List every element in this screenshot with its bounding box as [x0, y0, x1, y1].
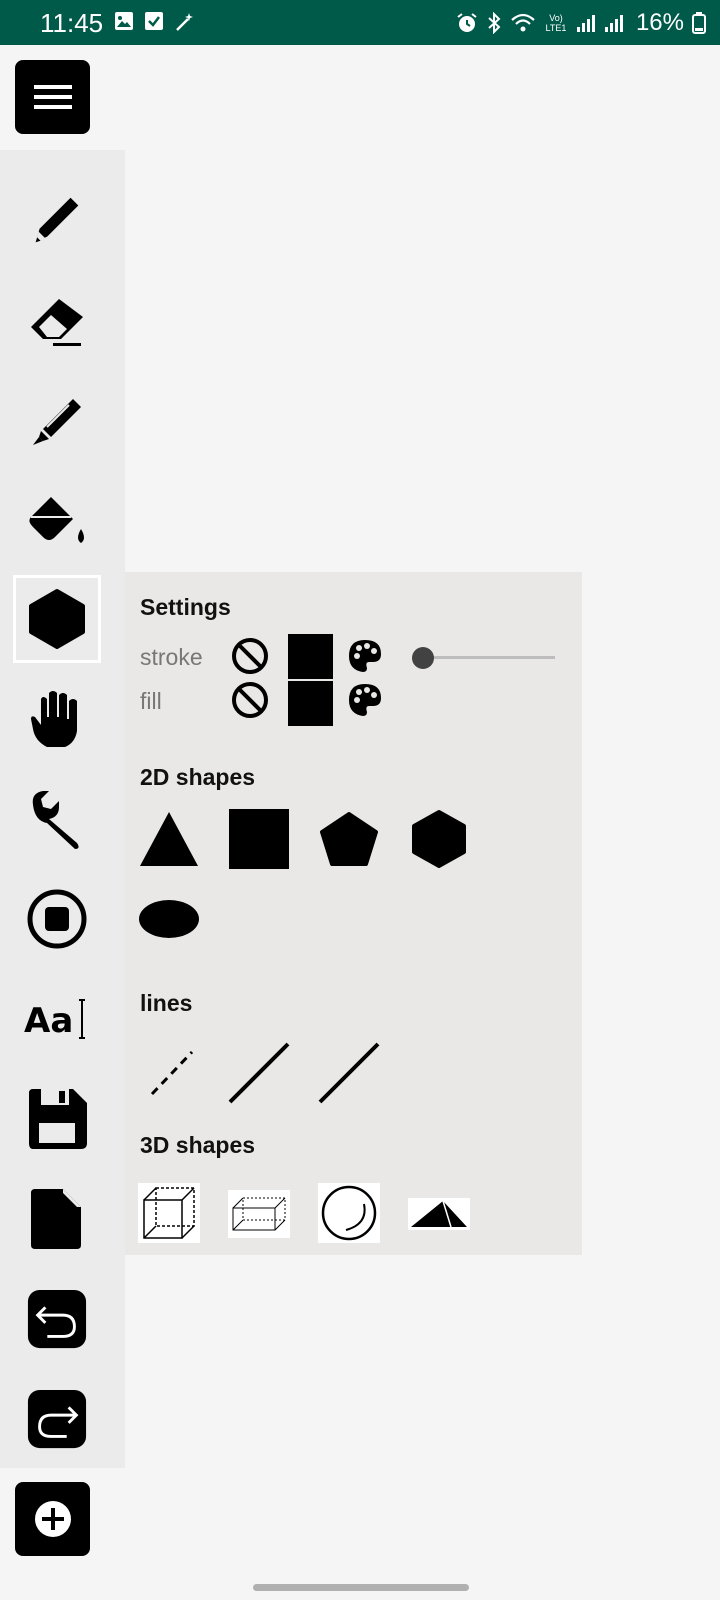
alarm-icon — [457, 13, 477, 32]
hexagon-shape[interactable] — [408, 808, 470, 870]
undo-tool[interactable] — [13, 1275, 101, 1363]
new-page-icon — [31, 1189, 81, 1249]
gesture-nav-bar[interactable] — [253, 1584, 469, 1591]
2d-shapes-title: 2D shapes — [140, 764, 256, 790]
status-time: 11:45 — [40, 8, 104, 38]
stroke-width-thumb[interactable] — [412, 647, 434, 669]
cube-icon — [143, 1187, 195, 1239]
undo-icon — [27, 1289, 87, 1349]
tool-sidebar: Aa — [0, 150, 125, 1468]
magic-wand-icon — [176, 13, 193, 31]
shapes-panel: Settings stroke fill 2D shapes lines 3D … — [125, 572, 582, 1255]
ellipse-shape[interactable] — [138, 888, 200, 950]
stroke-width-track[interactable] — [425, 656, 555, 659]
cuboid-shape[interactable] — [228, 1190, 290, 1238]
dashed-line-icon — [150, 1050, 194, 1096]
save-icon — [29, 1089, 87, 1149]
line-icon — [228, 1042, 290, 1104]
fill-palette-button[interactable] — [345, 680, 385, 720]
palette-icon — [349, 640, 381, 672]
pyramid-shape[interactable] — [408, 1198, 470, 1230]
line-icon — [318, 1042, 380, 1104]
marker-icon — [33, 399, 81, 445]
stroke-color-swatch[interactable] — [288, 634, 333, 679]
hand-icon — [31, 691, 77, 747]
palette-icon — [349, 684, 381, 716]
pencil-tool[interactable] — [13, 175, 101, 263]
pentagon-shape[interactable] — [318, 808, 380, 870]
signal-icon-2 — [604, 15, 623, 32]
battery-percent: 16% — [635, 9, 684, 36]
redo-tool[interactable] — [13, 1375, 101, 1463]
shapes-tool[interactable] — [13, 575, 101, 663]
eraser-icon — [31, 299, 83, 346]
no-color-icon — [232, 682, 268, 718]
wrench-icon — [32, 791, 79, 849]
line-shape[interactable] — [228, 1042, 290, 1104]
fill-color-swatch[interactable] — [288, 681, 333, 726]
hand-tool[interactable] — [13, 675, 101, 763]
cuboid-icon — [232, 1197, 286, 1231]
fill-label: fill — [140, 688, 162, 714]
3d-shapes-title: 3D shapes — [140, 1132, 256, 1158]
checkbox-icon — [145, 12, 163, 30]
pencil-icon — [35, 193, 83, 243]
notification-icons — [114, 11, 196, 33]
status-right: Vo) LTE1 16% — [456, 9, 706, 37]
shapes-icon — [29, 589, 85, 649]
fill-bucket-icon — [29, 497, 84, 543]
dashed-line-shape[interactable] — [138, 1042, 200, 1104]
hamburger-icon — [33, 85, 72, 109]
status-bar: 11:45 Vo) LTE1 16% — [0, 0, 720, 45]
battery-icon — [692, 12, 706, 34]
new-page-tool[interactable] — [13, 1175, 101, 1263]
pyramid-icon — [411, 1200, 467, 1228]
gallery-icon — [115, 12, 133, 30]
text-icon: Aa — [24, 999, 85, 1041]
add-button[interactable] — [15, 1482, 90, 1556]
record-icon — [27, 889, 87, 949]
settings-title: Settings — [140, 594, 231, 620]
wrench-tool[interactable] — [13, 775, 101, 863]
menu-button[interactable] — [15, 60, 90, 134]
line-shape-2[interactable] — [318, 1042, 380, 1104]
sphere-icon — [321, 1185, 377, 1241]
ellipse-icon — [139, 900, 199, 938]
cube-shape[interactable] — [138, 1183, 200, 1243]
record-tool[interactable] — [13, 875, 101, 963]
fill-bucket-tool[interactable] — [13, 475, 101, 563]
triangle-shape[interactable] — [138, 808, 200, 870]
sphere-shape[interactable] — [318, 1183, 380, 1243]
lte-label: Vo) LTE1 — [545, 13, 567, 33]
hexagon-icon — [412, 810, 466, 868]
wifi-icon — [511, 13, 535, 32]
eraser-tool[interactable] — [13, 275, 101, 363]
triangle-icon — [140, 812, 198, 866]
save-tool[interactable] — [13, 1075, 101, 1163]
bluetooth-icon — [488, 12, 501, 34]
redo-icon — [27, 1389, 87, 1449]
stroke-none-button[interactable] — [230, 636, 270, 676]
no-color-icon — [232, 638, 268, 674]
lines-title: lines — [140, 990, 193, 1016]
signal-icon — [576, 15, 595, 32]
text-tool[interactable]: Aa — [13, 975, 101, 1063]
stroke-palette-button[interactable] — [345, 636, 385, 676]
stroke-label: stroke — [140, 644, 203, 670]
square-shape[interactable] — [228, 808, 290, 870]
svg-text:Aa: Aa — [24, 1001, 73, 1041]
plus-circle-icon — [34, 1501, 71, 1537]
pentagon-icon — [320, 812, 378, 866]
fill-none-button[interactable] — [230, 680, 270, 720]
marker-tool[interactable] — [13, 375, 101, 463]
square-icon — [229, 809, 289, 869]
